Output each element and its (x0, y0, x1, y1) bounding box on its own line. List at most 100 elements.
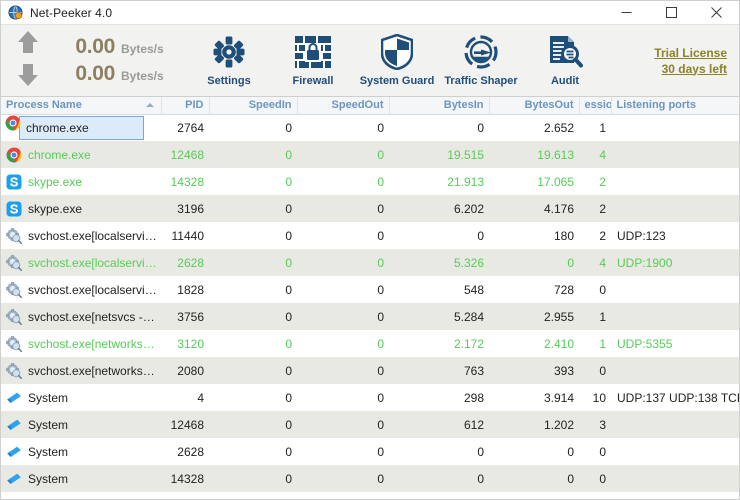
cell-speedout: 0 (377, 390, 384, 405)
cell-process-name[interactable]: svchost.exe[localservice... (1, 249, 161, 276)
cell-process-name[interactable]: svchost.exe[localservice... (1, 222, 161, 249)
table-row[interactable]: svchost.exe[netsvcs -p -... 3756 0 0 5.284 2.… (1, 303, 739, 330)
cell-pid: 1828 (177, 282, 204, 297)
process-name-selected[interactable]: chrome.exe (19, 115, 144, 140)
cell-process-name[interactable]: svchost.exe[netsvcs -p -... (1, 303, 161, 330)
trial-license-link[interactable]: Trial License (654, 46, 727, 60)
table-row[interactable]: svchost.exe[localservice... 1828 0 0 548 728 0 (1, 276, 739, 303)
process-name[interactable]: skype.exe (1, 195, 161, 222)
toolbar-label-settings: Settings (207, 75, 251, 87)
cell-process-name[interactable]: skype.exe (1, 168, 161, 195)
cell-process-name[interactable]: chrome.exe (1, 141, 161, 168)
cell-bytesin: 5.326 (453, 255, 484, 270)
cell-sessions: 0 (599, 363, 606, 378)
table-row[interactable]: svchost.exe[localservice... 11440 0 0 0 180 2 U… (1, 222, 739, 249)
cell-pid: 14328 (170, 174, 204, 189)
net-peeker-window: Net-Peeker 4.0 0.00 Bytes/s 0.00 Bytes/s… (0, 0, 740, 500)
days-left-link[interactable]: 30 days left (662, 62, 727, 76)
main-toolbar: 0.00 Bytes/s 0.00 Bytes/s Settings Firew… (1, 24, 739, 97)
cell-sessions: 1 (599, 309, 606, 324)
cell-pid: 2080 (177, 363, 204, 378)
skype-icon (6, 174, 22, 190)
title-bar-left: Net-Peeker 4.0 (1, 5, 112, 20)
process-name[interactable]: svchost.exe[localservice... (1, 249, 161, 276)
column-header-sessions[interactable]: essions (579, 97, 612, 115)
cell-process-name[interactable]: System (1, 465, 161, 492)
table-row[interactable]: System 4 0 0 298 3.914 10 UDP:137 UDP:138 TCP:1… (1, 384, 739, 411)
process-name[interactable]: System (1, 411, 161, 438)
cell-speedin: 0 (285, 201, 292, 216)
speedometer-icon (463, 34, 499, 70)
cell-process-name[interactable]: skype.exe (1, 195, 161, 222)
process-name[interactable]: svchost.exe[localservice... (1, 222, 161, 249)
cell-bytesout: 19.613 (537, 147, 574, 162)
column-header-speedin[interactable]: SpeedIn (209, 97, 298, 115)
column-header-bytesout[interactable]: BytesOut (489, 97, 580, 115)
cell-process-name[interactable]: System (1, 384, 161, 411)
cell-process-name[interactable]: svchost.exe[localservice... (1, 276, 161, 303)
process-name[interactable]: System (1, 384, 161, 411)
close-button[interactable] (694, 1, 739, 24)
cell-listening-ports (611, 195, 739, 222)
cell-bytesout: 1.202 (543, 417, 574, 432)
window-controls (604, 1, 739, 24)
process-name[interactable]: skype.exe (1, 168, 161, 195)
table-row[interactable]: System 14328 0 0 0 0 0 (1, 465, 739, 492)
cell-process-name[interactable]: System (1, 438, 161, 465)
column-header-speedout[interactable]: SpeedOut (297, 97, 390, 115)
cell-process-name[interactable]: System (1, 411, 161, 438)
table-row[interactable]: svchost.exe[networkser... 2080 0 0 763 393 0 (1, 357, 739, 384)
cell-process-name[interactable]: svchost.exe[networkser... (1, 357, 161, 384)
column-header-listening-ports[interactable]: Listening ports (611, 97, 739, 115)
table-row[interactable]: chrome.exe 2764 0 0 0 2.652 1 (1, 114, 739, 141)
cell-process-name[interactable]: chrome.exe (1, 114, 161, 141)
table-row[interactable]: chrome.exe 12468 0 0 19.515 19.613 4 (1, 141, 739, 168)
maximize-button[interactable] (649, 1, 694, 24)
table-row[interactable]: System 2628 0 0 0 0 0 (1, 438, 739, 465)
process-table-container[interactable]: Process Name PID SpeedIn SpeedOut BytesI… (1, 97, 739, 499)
process-name[interactable]: chrome.exe (1, 141, 161, 168)
process-name[interactable]: System (1, 465, 161, 492)
table-row[interactable]: svchost.exe[networkser... 3120 0 0 2.172 2.41… (1, 330, 739, 357)
process-name[interactable]: svchost.exe[localservice... (1, 276, 161, 303)
cell-sessions: 3 (599, 417, 606, 432)
cell-speedout: 0 (377, 147, 384, 162)
toolbar-button-settings[interactable]: Settings (187, 24, 271, 97)
system-icon (6, 444, 22, 460)
cell-sessions: 0 (599, 282, 606, 297)
process-name-label: chrome.exe (28, 147, 91, 162)
toolbar-button-audit[interactable]: Audit (523, 24, 607, 97)
column-header-bytesin[interactable]: BytesIn (389, 97, 490, 115)
toolbar-button-traffic-shaper[interactable]: Traffic Shaper (439, 24, 523, 97)
table-row[interactable]: skype.exe 3196 0 0 6.202 4.176 2 (1, 195, 739, 222)
process-name-label: svchost.exe[localservice... (28, 228, 161, 243)
sort-ascending-icon (145, 103, 154, 108)
process-name[interactable]: svchost.exe[networkser... (1, 357, 161, 384)
process-name-label: svchost.exe[localservice... (28, 282, 161, 297)
cell-process-name[interactable]: svchost.exe[networkser... (1, 330, 161, 357)
table-row[interactable]: System 12468 0 0 612 1.202 3 (1, 411, 739, 438)
speed-meter: 0.00 Bytes/s 0.00 Bytes/s (1, 25, 187, 96)
toolbar-button-firewall[interactable]: Firewall (271, 24, 355, 97)
column-header-process-name[interactable]: Process Name (1, 97, 162, 115)
process-name[interactable]: svchost.exe[netsvcs -p -... (1, 303, 161, 330)
cell-bytesin: 612 (463, 417, 484, 432)
table-row[interactable]: skype.exe 14328 0 0 21.913 17.065 2 (1, 168, 739, 195)
cell-bytesin: 21.913 (447, 174, 484, 189)
cell-bytesin: 2.172 (453, 336, 484, 351)
minimize-button[interactable] (604, 1, 649, 24)
cell-speedin: 0 (285, 390, 292, 405)
process-name[interactable]: svchost.exe[networkser... (1, 330, 161, 357)
column-header-pid[interactable]: PID (161, 97, 210, 115)
table-row[interactable]: svchost.exe[localservice... 2628 0 0 5.326 0 4… (1, 249, 739, 276)
document-magnifier-icon (547, 34, 583, 70)
toolbar-button-system-guard[interactable]: System Guard (355, 24, 439, 97)
system-icon (6, 471, 22, 487)
cell-bytesin: 548 (463, 282, 484, 297)
chrome-icon (5, 115, 21, 131)
process-name-label: chrome.exe (26, 120, 89, 135)
cell-pid: 12468 (170, 417, 204, 432)
cell-sessions: 0 (599, 471, 606, 486)
process-name[interactable]: System (1, 438, 161, 465)
process-name-label: System (28, 417, 69, 432)
